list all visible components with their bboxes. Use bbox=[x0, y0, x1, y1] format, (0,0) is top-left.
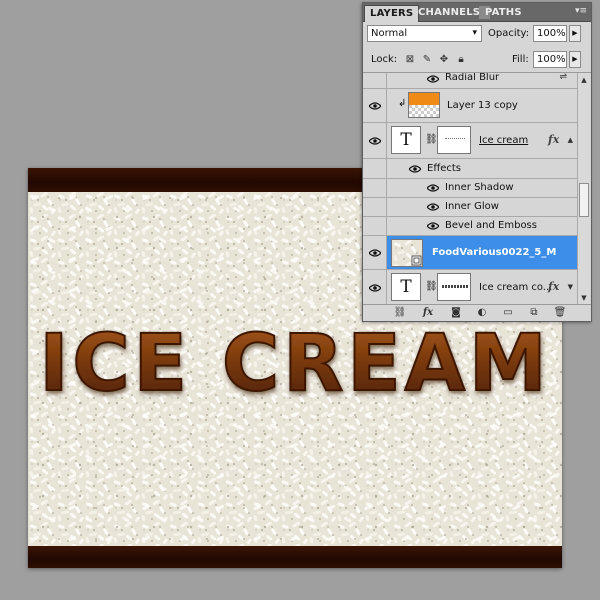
visibility-cell[interactable] bbox=[363, 236, 387, 269]
visibility-cell[interactable] bbox=[363, 123, 387, 158]
lock-all-icon[interactable]: 🔒︎ bbox=[455, 54, 467, 66]
text-layer-icon: T bbox=[391, 126, 421, 154]
scroll-up-icon[interactable]: ▲ bbox=[578, 74, 590, 86]
effect-row-bevel-emboss[interactable]: Bevel and Emboss bbox=[363, 217, 577, 236]
filter-options-icon[interactable]: ⇌ bbox=[559, 73, 567, 82]
expand-effects-icon[interactable]: ▼ bbox=[568, 283, 573, 291]
visibility-cell[interactable] bbox=[363, 89, 387, 122]
new-group-icon[interactable]: ▭ bbox=[501, 307, 515, 319]
opacity-label: Opacity: bbox=[488, 28, 530, 39]
opacity-field[interactable]: 100% bbox=[533, 25, 567, 42]
visibility-cell bbox=[363, 217, 387, 235]
layers-list: Radial Blur ⇌ ↲ Layer 13 copy T ⛓ Ice cr… bbox=[363, 73, 577, 305]
visibility-cell bbox=[363, 179, 387, 197]
scrollbar-thumb[interactable] bbox=[579, 183, 589, 217]
lock-transparent-icon[interactable]: ⊠ bbox=[404, 54, 416, 66]
panel-menu-icon[interactable]: ▾≡ bbox=[575, 6, 587, 16]
layer-row-foodvarious[interactable]: FoodVarious0022_5_M bbox=[363, 236, 577, 270]
eye-icon[interactable] bbox=[427, 222, 439, 230]
opacity-stepper-arrow-icon[interactable]: ▶ bbox=[569, 25, 581, 42]
visibility-cell bbox=[363, 198, 387, 216]
effect-row-inner-glow[interactable]: Inner Glow bbox=[363, 198, 577, 217]
layer-name: Ice cream co... bbox=[479, 282, 553, 293]
layer-name: FoodVarious0022_5_M bbox=[432, 247, 557, 258]
layers-panel: LAYERS CHANNELS PATHS ▾≡ Normal ▾ Opacit… bbox=[362, 2, 592, 322]
visibility-cell[interactable] bbox=[363, 270, 387, 305]
delete-layer-icon[interactable]: 🗑︎ bbox=[553, 307, 567, 319]
eye-icon[interactable] bbox=[427, 75, 439, 83]
blend-mode-select[interactable]: Normal ▾ bbox=[367, 25, 482, 42]
effect-row-inner-shadow[interactable]: Inner Shadow bbox=[363, 179, 577, 198]
eye-icon[interactable] bbox=[427, 184, 439, 192]
lock-image-icon[interactable]: ✎ bbox=[421, 54, 433, 66]
fill-stepper-arrow-icon[interactable]: ▶ bbox=[569, 51, 581, 68]
fill-field[interactable]: 100% bbox=[533, 51, 567, 68]
layer-thumbnail bbox=[408, 92, 440, 118]
fx-icon[interactable]: fx bbox=[548, 133, 559, 146]
layer-row-radial-blur[interactable]: Radial Blur ⇌ bbox=[363, 73, 577, 89]
chevron-down-icon: ▾ bbox=[472, 28, 477, 38]
tab-layers[interactable]: LAYERS bbox=[364, 5, 420, 22]
link-icon[interactable]: ⛓ bbox=[425, 281, 438, 292]
eye-icon[interactable] bbox=[369, 249, 381, 257]
layer-name: Bevel and Emboss bbox=[445, 220, 537, 231]
layer-name: Effects bbox=[427, 163, 461, 174]
eye-icon[interactable] bbox=[427, 203, 439, 211]
panel-tab-bar: LAYERS CHANNELS PATHS ▾≡ bbox=[363, 3, 591, 22]
lock-position-icon[interactable]: ✥ bbox=[438, 54, 450, 66]
adjustment-layer-icon[interactable]: ◐ bbox=[475, 307, 489, 319]
layer-mask-thumbnail bbox=[437, 126, 471, 154]
eye-icon[interactable] bbox=[369, 102, 381, 110]
fill-label: Fill: bbox=[512, 54, 529, 65]
eye-icon[interactable] bbox=[369, 137, 381, 145]
layer-name: Layer 13 copy bbox=[447, 100, 518, 111]
fx-icon[interactable]: fx bbox=[548, 280, 559, 293]
layer-name: Inner Glow bbox=[445, 201, 499, 212]
clipping-arrow-icon: ↲ bbox=[398, 98, 407, 109]
link-icon[interactable]: ⛓ bbox=[425, 134, 438, 145]
layer-effects-header[interactable]: Effects bbox=[363, 159, 577, 179]
add-layer-style-icon[interactable]: fx bbox=[421, 307, 435, 319]
layers-scrollbar[interactable]: ▲ ▼ bbox=[577, 73, 590, 305]
link-layers-icon[interactable]: ⛓ bbox=[393, 307, 407, 319]
collapse-effects-icon[interactable]: ▲ bbox=[568, 136, 573, 144]
blend-mode-value: Normal bbox=[371, 28, 408, 39]
eye-icon[interactable] bbox=[369, 284, 381, 292]
layer-name: Radial Blur bbox=[445, 73, 500, 83]
scroll-down-icon[interactable]: ▼ bbox=[578, 292, 590, 304]
layer-name: Ice cream bbox=[479, 135, 529, 146]
layer-row-layer-13-copy[interactable]: ↲ Layer 13 copy bbox=[363, 89, 577, 123]
layer-row-ice-cream-text[interactable]: T ⛓ Ice cream fx ▲ bbox=[363, 123, 577, 159]
bottom-dark-band bbox=[28, 546, 562, 568]
eye-icon[interactable] bbox=[409, 165, 421, 173]
visibility-cell bbox=[363, 159, 387, 178]
layer-row-ice-cream-copy[interactable]: T ⛓ Ice cream co... fx ▼ bbox=[363, 270, 577, 305]
tab-paths[interactable]: PATHS bbox=[480, 5, 527, 21]
text-layer-icon: T bbox=[391, 273, 421, 301]
add-mask-icon[interactable]: ◙ bbox=[449, 307, 463, 319]
smart-object-thumbnail bbox=[391, 239, 423, 267]
new-layer-icon[interactable]: ⧉ bbox=[527, 307, 541, 319]
ice-cream-headline: ICE CREAM bbox=[28, 318, 562, 410]
ice-cream-headline-text: ICE CREAM bbox=[39, 319, 550, 408]
layer-name: Inner Shadow bbox=[445, 182, 514, 193]
visibility-cell bbox=[363, 73, 387, 88]
layers-footer-toolbar: ⛓ fx ◙ ◐ ▭ ⧉ 🗑︎ bbox=[363, 304, 591, 321]
layer-mask-thumbnail bbox=[437, 273, 471, 301]
lock-label: Lock: bbox=[371, 54, 398, 65]
tab-channels[interactable]: CHANNELS bbox=[413, 5, 485, 21]
